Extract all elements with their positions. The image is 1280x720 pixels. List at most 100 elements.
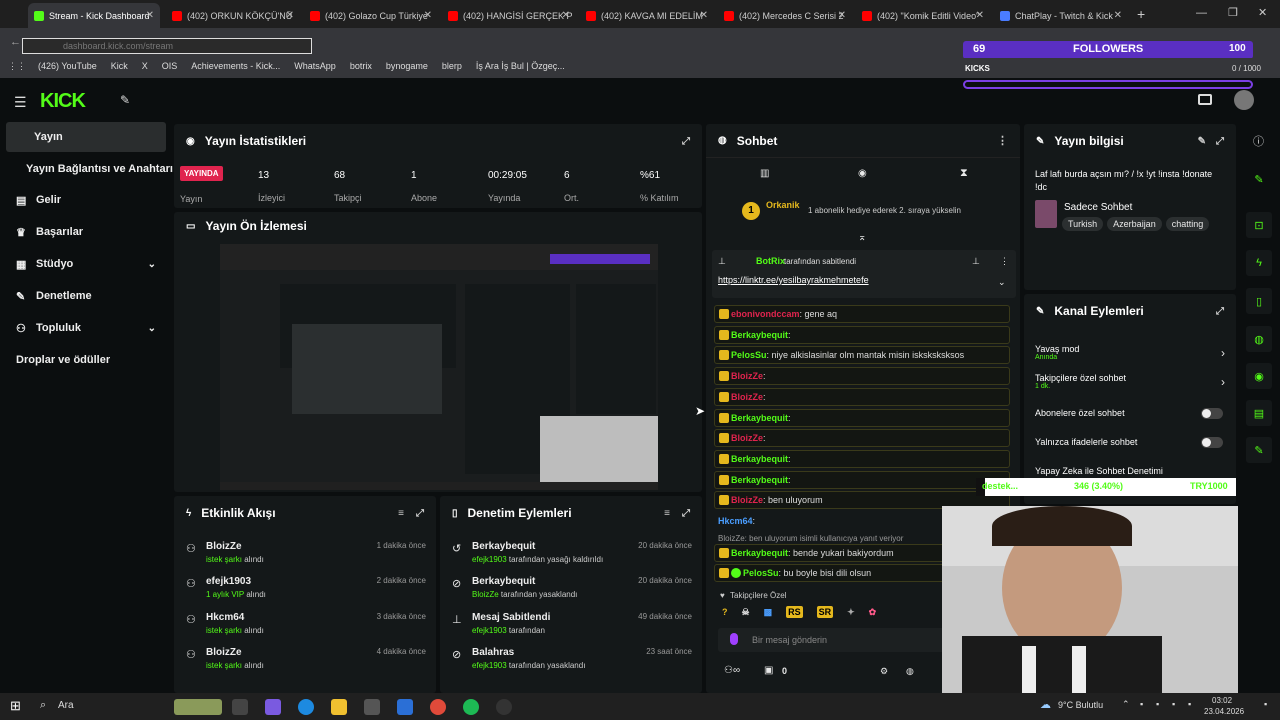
tab-youtube-1[interactable]: (402) ORKUN KÖKÇÜ'NÜ ✕ — [166, 3, 300, 28]
tab-youtube-2[interactable]: (402) Golazo Cup Türkiye ✕ — [304, 3, 438, 28]
tab-youtube-6[interactable]: (402) "Komik Editli Video" ✕ — [856, 3, 990, 28]
sidebar-item-droplar[interactable]: Droplar ve ödüller — [6, 345, 166, 375]
message-icon[interactable]: ◉ — [858, 168, 867, 179]
clipboard-tool-icon[interactable]: ▯ — [1246, 288, 1272, 314]
close-tab-icon[interactable]: ✕ — [976, 10, 984, 21]
weather-text[interactable]: 9°C Bulutlu — [1058, 700, 1103, 710]
chat-user[interactable]: BloizZe — [731, 371, 763, 381]
taskbar-search[interactable]: Ara — [58, 700, 74, 711]
popout-icon[interactable]: ⤢ — [416, 508, 424, 519]
tab-youtube-5[interactable]: (402) Mercedes C Serisi 2 ✕ — [718, 3, 852, 28]
skull-emote-icon[interactable]: ☠ — [742, 607, 750, 618]
minimize-icon[interactable]: — — [1196, 7, 1207, 19]
tab-chatplay[interactable]: ChatPlay - Twitch & Kick ✕ — [994, 3, 1128, 28]
emote-picker-icon[interactable]: ◍ — [906, 666, 914, 677]
tag-chip[interactable]: chatting — [1165, 217, 1210, 231]
kick-logo[interactable]: KICK — [40, 90, 86, 113]
emote[interactable]: ? — [722, 607, 728, 617]
close-window-icon[interactable]: ✕ — [1258, 6, 1267, 19]
chat-user[interactable]: Berkaybequit — [731, 454, 788, 464]
chat-user[interactable]: BloizZe — [731, 433, 763, 443]
emote-icon[interactable]: ✦ — [847, 607, 855, 618]
edge-icon[interactable] — [298, 699, 314, 715]
chat-user[interactable]: Berkaybequit — [731, 548, 788, 558]
sidebar-item-yayin[interactable]: Yayın — [6, 122, 166, 152]
tag-chip[interactable]: Azerbaijan — [1107, 217, 1162, 231]
emote[interactable]: SR — [816, 606, 834, 618]
network-icon[interactable]: ▪ — [1172, 699, 1175, 709]
tab-youtube-3[interactable]: (402) HANGİSİ GERÇEK P ✕ — [442, 3, 576, 28]
emote-icon[interactable]: ✿ — [869, 607, 877, 618]
back-icon[interactable]: ← — [10, 36, 21, 48]
new-tab-icon[interactable]: + — [1137, 6, 1145, 22]
tag-chip[interactable]: Turkish — [1062, 217, 1104, 231]
chat-user[interactable]: BloizZe — [731, 392, 763, 402]
community-icon[interactable]: ⚇∞ — [724, 665, 740, 676]
speaker-icon[interactable]: ▪ — [1188, 699, 1191, 709]
bookmark-ois[interactable]: OIS — [162, 61, 178, 71]
bookmark-blerp[interactable]: blerp — [442, 61, 462, 71]
close-tab-icon[interactable]: ✕ — [1114, 10, 1122, 21]
chat-user[interactable]: PelosSu — [743, 568, 779, 578]
restore-icon[interactable]: ❐ — [1228, 6, 1238, 19]
chat-user[interactable]: ebonivondccam — [731, 309, 800, 319]
sidebar-item-studyo[interactable]: ▦ Stüdyo ⌄ — [6, 249, 166, 279]
close-tab-icon[interactable]: ✕ — [562, 10, 570, 21]
stream-category[interactable]: Sadece Sohbet — [1064, 202, 1132, 213]
bookmark-x[interactable]: X — [142, 61, 148, 71]
slow-mode-row[interactable]: Yavaş mod Anında › — [1035, 344, 1225, 361]
avatar[interactable] — [1234, 90, 1254, 110]
gift-icon[interactable]: ▣ — [764, 665, 773, 676]
notifications-icon[interactable]: ▪ — [1264, 699, 1267, 709]
close-tab-icon[interactable]: ✕ — [146, 10, 154, 21]
tray-chevron-up-icon[interactable]: ⌃ — [1122, 699, 1130, 710]
close-tab-icon[interactable]: ✕ — [286, 10, 294, 21]
filter-icon[interactable]: ≡ — [398, 508, 404, 519]
chrome-icon[interactable] — [430, 699, 446, 715]
popout-icon[interactable]: ⤢ — [682, 508, 690, 519]
chat-user[interactable]: BloizZe — [731, 495, 763, 505]
chat-user[interactable]: Berkaybequit — [731, 330, 788, 340]
edit-tool-icon[interactable]: ✎ — [1246, 166, 1272, 192]
pinned-link[interactable]: https://linktr.ee/yesilbayrakmehmetefe — [718, 275, 869, 285]
ai-moderation-row[interactable]: Yapay Zeka ile Sohbet Denetimi — [1035, 466, 1225, 476]
stream-preview-video[interactable] — [220, 244, 658, 490]
chevron-down-icon[interactable]: ⌄ — [998, 277, 1006, 288]
mic-icon[interactable] — [730, 633, 738, 645]
trash-icon[interactable]: ▥ — [760, 168, 769, 179]
pin-icon[interactable]: ✎ — [120, 93, 130, 107]
bookmark-isara[interactable]: İş Ara İş Bul | Özgeç... — [476, 61, 565, 71]
clock-date[interactable]: 23.04.2026 — [1204, 707, 1244, 716]
mail-icon[interactable] — [397, 699, 413, 715]
emotes-only-toggle[interactable] — [1201, 437, 1223, 448]
followers-only-row[interactable]: Takipçilere özel sohbet 1 dk. › — [1035, 373, 1225, 390]
search-icon[interactable]: ⌕ — [40, 699, 46, 712]
windows-start-icon[interactable]: ⊞ — [10, 698, 21, 714]
close-tab-icon[interactable]: ✕ — [700, 10, 708, 21]
unpin-icon[interactable]: ⊥ — [972, 256, 980, 267]
sidebar-item-gelir[interactable]: ▤ Gelir — [6, 185, 166, 215]
bookmark-achievements[interactable]: Achievements - Kick... — [191, 61, 280, 71]
chat-user[interactable]: Berkaybequit — [731, 413, 788, 423]
hourglass-icon[interactable]: ⧗ — [960, 167, 968, 180]
more-options-icon[interactable]: ⋮ — [1000, 256, 1009, 267]
apps-grid-icon[interactable]: ⋮⋮ — [8, 61, 26, 72]
tray-app-icon[interactable]: ▪ — [1156, 699, 1159, 709]
screen-share-icon[interactable] — [1198, 94, 1212, 105]
obs-icon[interactable] — [496, 699, 512, 715]
copilot-icon[interactable] — [265, 699, 281, 715]
collapse-icon[interactable]: ⌅ — [858, 232, 866, 243]
popout-icon[interactable]: ⤢ — [1216, 306, 1224, 317]
settings-gear-icon[interactable]: ⚙ — [880, 666, 888, 677]
url-field[interactable]: dashboard.kick.com/stream — [22, 38, 312, 54]
sidebar-item-basarilar[interactable]: ♛ Başarılar — [6, 217, 166, 247]
filter-icon[interactable]: ≡ — [664, 508, 670, 519]
info-icon[interactable]: ⓘ — [1253, 133, 1264, 149]
sidebar-item-stream-key[interactable]: Yayın Bağlantısı ve Anahtarı — [6, 154, 174, 184]
hamburger-menu-icon[interactable]: ☰ — [14, 94, 27, 111]
close-tab-icon[interactable]: ✕ — [424, 10, 432, 21]
bookmark-kick[interactable]: Kick — [111, 61, 128, 71]
more-options-icon[interactable]: ⋮ — [997, 134, 1008, 147]
sidebar-item-denetleme[interactable]: ✎ Denetleme — [6, 281, 166, 311]
bolt-tool-icon[interactable]: ϟ — [1246, 250, 1272, 276]
